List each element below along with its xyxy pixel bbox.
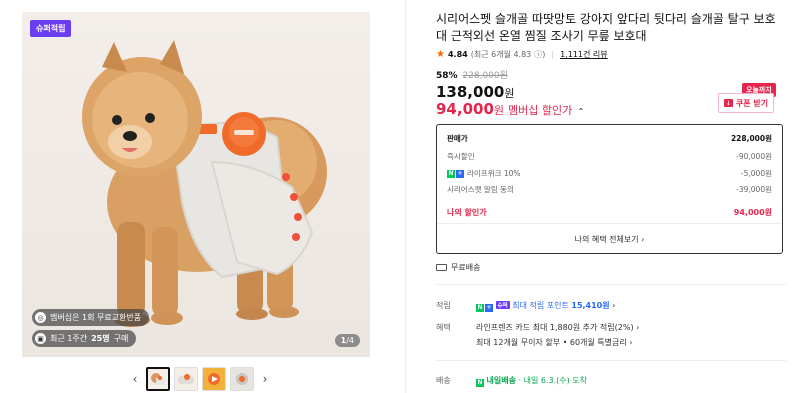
price-breakdown-box: 판매가 228,000원 즉시할인 -90,000원 N + 라이프위크 10% -5,… xyxy=(436,124,783,254)
rating-row: ★ 4.84 (최근 6개월 4.83 ⓘ) | 1,111건 리뷰 xyxy=(436,49,608,60)
column-divider xyxy=(405,0,406,393)
card-benefit-link[interactable]: 라인프렌즈 카드 최대 1,880원 추가 적립(2%) › xyxy=(476,322,639,333)
discount-rate: 58% xyxy=(436,71,458,81)
installment-benefit-link[interactable]: 최대 12개월 무이자 할부 • 60개월 특별금리 › xyxy=(476,337,632,348)
thumbnail-4[interactable] xyxy=(230,367,254,391)
section-divider xyxy=(436,360,786,361)
review-count-link[interactable]: 1,111건 리뷰 xyxy=(560,49,608,60)
image-counter: 1/4 xyxy=(334,334,360,347)
original-price: 228,000원 xyxy=(462,71,508,81)
points-link[interactable]: N + 슈퍼 최대 적립 포인트 15,410원 › xyxy=(476,300,615,312)
next-image-button[interactable]: › xyxy=(258,372,272,386)
rating-recent: (최근 6개월 4.83 xyxy=(470,50,532,59)
product-title: 시리어스펫 슬개골 따땃망토 강아지 앞다리 뒷다리 슬개골 탈구 보호대 근적… xyxy=(436,12,776,43)
breakdown-my-price-row: 나의 할인가 94,000원 xyxy=(447,208,772,217)
box-divider xyxy=(437,223,782,224)
coupon-icon: ↓ xyxy=(723,99,733,107)
membership-icon: ◎ xyxy=(35,312,46,323)
thumbnail-2[interactable] xyxy=(174,367,198,391)
super-tag: 슈퍼 xyxy=(495,301,510,309)
member-price[interactable]: 94,000원 멤버십 할인가 ⌃ xyxy=(436,100,584,118)
free-shipping-row: 무료배송 xyxy=(436,262,480,273)
info-icon[interactable]: ⓘ) xyxy=(534,49,545,60)
recent-sales-pill: ▣ 최근 1주간 25명 구매 xyxy=(32,330,137,347)
super-points-badge: 슈퍼적립 xyxy=(30,20,72,37)
breakdown-lifeplus-row: N + 라이프위크 10% -5,000원 xyxy=(447,169,772,178)
thumbnail-3[interactable] xyxy=(202,367,226,391)
naver-plus-icon: N + xyxy=(447,169,464,178)
thumbnail-1[interactable] xyxy=(146,367,170,391)
product-page: 슈퍼적립 ◎ 멤버십은 1회 무료교환반품 ▣ 최근 1주간 25명 구매 1/… xyxy=(0,0,800,393)
delivery-icon: N xyxy=(476,378,484,387)
breakdown-sale-row: 판매가 228,000원 xyxy=(447,134,772,143)
truck-icon xyxy=(436,264,447,271)
breakdown-alert-row: 시리어스펫 알림 동의 -39,000원 xyxy=(447,185,772,194)
product-main-image[interactable]: 슈퍼적립 ◎ 멤버십은 1회 무료교환반품 ▣ 최근 1주간 25명 구매 1/… xyxy=(22,12,370,357)
thumbnail-strip: ‹ › xyxy=(128,367,272,391)
discount-row: 58% 228,000원 xyxy=(436,68,508,81)
view-all-benefits-link[interactable]: 나의 혜택 전체보기 › xyxy=(437,234,782,245)
rating-score: 4.84 xyxy=(447,50,468,59)
prev-image-button[interactable]: ‹ xyxy=(128,372,142,386)
rating-separator: | xyxy=(551,50,555,59)
chevron-up-icon: ⌃ xyxy=(577,107,585,116)
cart-icon: ▣ xyxy=(35,333,46,344)
star-icon: ★ xyxy=(436,49,445,60)
naver-plus-icon: N + xyxy=(476,303,493,312)
breakdown-instant-row: 즉시할인 -90,000원 xyxy=(447,152,772,161)
coupon-download-button[interactable]: ↓ 쿠폰 받기 xyxy=(718,93,774,113)
dog-illustration xyxy=(82,40,327,327)
section-divider xyxy=(436,284,786,285)
free-return-pill: ◎ 멤버십은 1회 무료교환반품 xyxy=(32,309,150,326)
sale-price: 138,000원 xyxy=(436,83,515,101)
